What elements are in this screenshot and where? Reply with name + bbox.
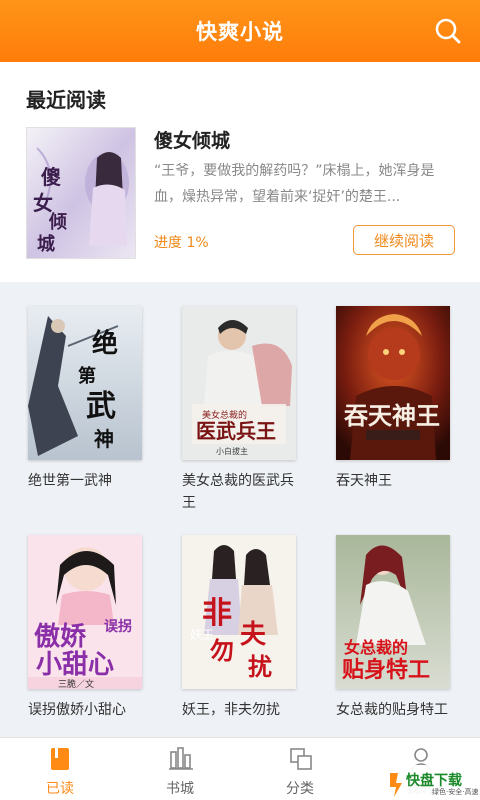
bookshelf-icon: [169, 747, 193, 770]
svg-text:小白拔主: 小白拔主: [216, 446, 248, 456]
book-item[interactable]: 非 夫 勿 扰 妖王 妖王，非夫勿扰: [182, 535, 302, 721]
svg-text:武: 武: [86, 389, 116, 424]
category-icon: [290, 748, 312, 770]
svg-text:夫: 夫: [240, 620, 267, 650]
recent-book-description: “王爷，要做我的解药吗？”床榻上，她浑身是血，燥热异常，望着前来‘捉奸’的楚王.…: [154, 163, 435, 205]
tab-category[interactable]: 分类: [240, 738, 360, 800]
watermark-subtext: 绿色·安全·高速: [432, 788, 479, 796]
watermark-logo: 快盘下载 绿色·安全·高速: [386, 765, 480, 800]
section-heading: 最近阅读: [26, 88, 106, 112]
search-icon[interactable]: [434, 17, 462, 45]
svg-text:神: 神: [94, 427, 114, 451]
svg-text:妖王: 妖王: [190, 628, 214, 642]
tab-bookstore[interactable]: 书城: [120, 738, 240, 800]
book-cover[interactable]: 傲娇 误拐 小甜心 三脆／文: [28, 535, 142, 689]
svg-text:倾: 倾: [48, 212, 67, 233]
book-item[interactable]: 美女总裁的 医武兵王 小白拔主 美女总裁的医武兵王: [182, 306, 302, 514]
book-cover[interactable]: 绝 第 武 神: [28, 306, 142, 460]
svg-text:城: 城: [37, 233, 55, 255]
svg-text:绝: 绝: [92, 328, 118, 359]
book-cover[interactable]: 非 夫 勿 扰 妖王: [182, 535, 296, 689]
svg-text:三脆／文: 三脆／文: [58, 678, 94, 689]
svg-text:扰: 扰: [248, 652, 272, 681]
reading-progress: 进度 1%: [154, 235, 209, 251]
svg-text:傲娇: 傲娇: [34, 621, 87, 652]
book-item[interactable]: 绝 第 武 神 绝世第一武神: [28, 306, 148, 492]
svg-text:非: 非: [202, 596, 232, 631]
recent-reading-section: 最近阅读 傻 女 倾 城 傻女倾城 “王爷，要做我的解药吗？”床榻上，她浑身是血…: [0, 62, 480, 282]
book-cover[interactable]: 女总裁的 贴身特工: [336, 535, 450, 689]
book-cover[interactable]: 美女总裁的 医武兵王 小白拔主: [182, 306, 296, 460]
book-title[interactable]: 绝世第一武神: [28, 470, 148, 492]
book-cover[interactable]: 吞天神王: [336, 306, 450, 460]
svg-text:傻: 傻: [41, 165, 61, 189]
book-title[interactable]: 美女总裁的医武兵王: [182, 470, 302, 514]
book-title[interactable]: 误拐傲娇小甜心: [28, 699, 148, 721]
svg-text:第: 第: [78, 365, 96, 387]
tab-label: 书城: [166, 781, 194, 797]
tab-label: 分类: [286, 781, 314, 797]
book-title[interactable]: 女总裁的贴身特工: [336, 699, 456, 721]
book-title[interactable]: 妖王，非夫勿扰: [182, 699, 302, 721]
app-header: 快爽小说: [0, 0, 480, 62]
svg-text:医武兵王: 医武兵王: [196, 419, 276, 443]
svg-text:贴身特工: 贴身特工: [342, 657, 430, 683]
continue-reading-button[interactable]: 继续阅读: [353, 225, 455, 255]
recent-book-cover[interactable]: 傻 女 倾 城: [26, 127, 136, 259]
book-item[interactable]: 傲娇 误拐 小甜心 三脆／文 误拐傲娇小甜心: [28, 535, 148, 721]
svg-text:吞天神王: 吞天神王: [344, 401, 440, 430]
book-title[interactable]: 吞天神王: [336, 470, 456, 492]
book-item[interactable]: 女总裁的 贴身特工 女总裁的贴身特工: [336, 535, 456, 721]
book-icon: [51, 748, 69, 770]
svg-text:女总裁的: 女总裁的: [344, 638, 408, 657]
recent-book-title[interactable]: 傻女倾城: [154, 126, 230, 153]
tab-read[interactable]: 已读: [0, 738, 120, 800]
tab-label: 已读: [46, 781, 74, 797]
svg-text:误拐: 误拐: [104, 618, 132, 635]
app-title: 快爽小说: [196, 20, 284, 44]
book-item[interactable]: 吞天神王 吞天神王: [336, 306, 456, 492]
svg-text:小甜心: 小甜心: [36, 650, 114, 680]
